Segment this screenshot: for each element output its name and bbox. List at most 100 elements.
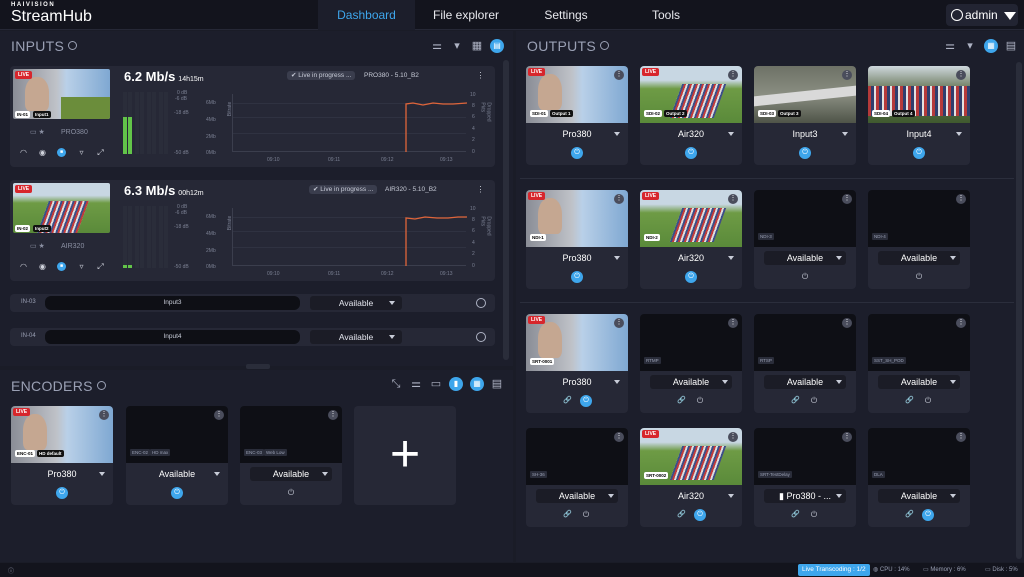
gear-icon[interactable] [476,332,486,342]
link-icon[interactable]: 🔗 [563,396,572,404]
chevron-down-icon[interactable] [950,380,956,384]
more-icon[interactable]: ⋮ [842,70,852,80]
grid-view-icon[interactable]: ▦ [984,39,998,53]
link-icon[interactable]: 🔗 [677,510,686,518]
chevron-down-icon[interactable] [842,132,848,136]
tab-dashboard[interactable]: Dashboard [318,0,415,30]
power-icon[interactable]: ⏻ [922,395,934,407]
output-card[interactable]: SDI-04 Output 4 ⋮ Input4 ⏻ [868,66,970,165]
power-icon[interactable]: ⏻ [913,147,925,159]
power-icon[interactable]: ⏻ [913,271,925,283]
tab-tools[interactable]: Tools [621,0,711,30]
fullscreen-icon[interactable]: ⤢ [96,148,105,157]
power-icon[interactable]: ⏻ [171,487,183,499]
tab-file-explorer[interactable]: File explorer [420,0,512,30]
power-icon[interactable]: ⏻ [922,509,934,521]
more-icon[interactable]: ⋮ [214,410,224,420]
folder-icon[interactable]: ▭ [429,377,443,391]
info-icon[interactable]: ⓘ [8,566,14,575]
chevron-down-icon[interactable] [950,494,956,498]
more-icon[interactable]: ⋮ [956,318,966,328]
more-icon[interactable]: ⋮ [956,432,966,442]
power-icon[interactable]: ⏻ [685,271,697,283]
tab-settings[interactable]: Settings [523,0,609,30]
link-icon[interactable]: 🔗 [905,510,914,518]
output-card[interactable]: LIVE SDI-01 Output 1 ⋮ Pro380 ⏻ [526,66,628,165]
power-icon[interactable]: ⏻ [694,395,706,407]
headphones-icon[interactable]: ◠ [19,148,28,157]
record-icon[interactable]: ◉ [38,148,47,157]
link-icon[interactable]: 🔗 [563,510,572,518]
chevron-down-icon[interactable] [608,494,614,498]
output-card[interactable]: NDI-3 ⋮ Available ⏻ [754,190,856,289]
output-source[interactable]: Available [878,489,960,503]
output-card[interactable]: LIVE NDI-2 ⋮ Air320 ⏻ [640,190,742,289]
list-view-icon[interactable]: ▤ [490,377,504,391]
output-card[interactable]: LIVE SDI-02 Output 2 ⋮ Air320 ⏻ [640,66,742,165]
power-icon[interactable]: ⏻ [56,487,68,499]
chevron-down-icon[interactable] [836,256,842,260]
link-icon[interactable]: 🔗 [905,396,914,404]
encoder-card[interactable]: ENC-03 Web Low ⋮ Available ⏻ [240,406,342,505]
add-encoder-button[interactable]: + [354,406,456,505]
chevron-down-icon[interactable] [950,256,956,260]
power-icon[interactable]: ⏻ [285,487,297,499]
grid-view-icon[interactable]: ▦ [470,377,484,391]
chevron-down-icon[interactable] [322,472,328,476]
more-icon[interactable]: ⋮ [99,410,109,420]
collapse-icon[interactable]: ⤡ [389,377,403,391]
more-icon[interactable]: ⋮ [956,70,966,80]
more-icon[interactable]: ⋮ [728,70,738,80]
power-icon[interactable]: ⏻ [571,147,583,159]
chevron-down-icon[interactable] [214,472,220,476]
output-card[interactable]: SRT-TestDelay ⋮ ▮ Pro380 - ... 🔗 ⏻ [754,428,856,527]
output-source[interactable]: Available [536,489,618,503]
more-icon[interactable]: ⋮ [728,318,738,328]
sort-icon[interactable]: ▾ [963,39,977,53]
headphones-icon[interactable]: ◠ [19,262,28,271]
output-card[interactable]: LIVE SRT-0001 ⋮ Pro380 🔗 ⏻ [526,314,628,413]
more-icon[interactable]: ⋮ [728,432,738,442]
file-icon[interactable]: ▮ [449,377,463,391]
power-icon[interactable]: ⏻ [808,509,820,521]
slot-name[interactable]: Input3 [45,296,300,310]
list-view-icon[interactable]: ▤ [490,39,504,53]
outputs-scrollbar[interactable] [1016,62,1022,559]
more-icon[interactable]: ⋮ [842,194,852,204]
chevron-down-icon[interactable] [614,132,620,136]
encoder-card[interactable]: ENC-02 HD max ⋮ Available ⏻ [126,406,228,505]
output-card[interactable]: RTMP ⋮ Available 🔗 ⏻ [640,314,742,413]
output-card[interactable]: DLA ⋮ Available 🔗 ⏻ [868,428,970,527]
input-preview[interactable]: LIVE IN-02 Input2 [13,183,110,233]
more-icon[interactable]: ⋮ [328,410,338,420]
chevron-down-icon[interactable] [728,132,734,136]
more-icon[interactable]: ⋮ [842,432,852,442]
link-icon[interactable]: 🔗 [791,396,800,404]
more-icon[interactable]: ⋮ [614,432,624,442]
slot-state-select[interactable]: Available [310,296,402,310]
power-icon[interactable]: ⏻ [580,395,592,407]
sort-icon[interactable]: ▾ [450,39,464,53]
stop-icon[interactable]: ■ [57,262,66,271]
encoder-name[interactable]: Available [250,467,332,481]
chevron-down-icon[interactable] [614,380,620,384]
inputs-scrollbar[interactable] [503,60,509,360]
chevron-down-icon[interactable] [728,256,734,260]
output-card[interactable]: NDI-4 ⋮ Available ⏻ [868,190,970,289]
filter-sliders-icon[interactable]: ⚌ [430,39,444,53]
power-icon[interactable]: ⏻ [808,395,820,407]
more-icon[interactable]: ⋮ [842,318,852,328]
output-source[interactable]: Available [764,375,846,389]
chevron-down-icon[interactable] [956,132,962,136]
input-preview[interactable]: LIVE IN-01 Input1 [13,69,110,119]
output-source[interactable]: Available [878,375,960,389]
output-card[interactable]: LIVE NDI-1 ⋮ Pro380 ⏻ [526,190,628,289]
filter-sliders-icon[interactable]: ⚌ [943,39,957,53]
link-icon[interactable]: 🔗 [791,510,800,518]
output-card[interactable]: SST_SH_POD ⋮ Available 🔗 ⏻ [868,314,970,413]
power-icon[interactable]: ⏻ [799,147,811,159]
chevron-down-icon[interactable] [836,380,842,384]
grid-view-icon[interactable]: ▦ [470,39,484,53]
more-icon[interactable]: ⋮ [614,70,624,80]
chevron-down-icon[interactable] [99,472,105,476]
